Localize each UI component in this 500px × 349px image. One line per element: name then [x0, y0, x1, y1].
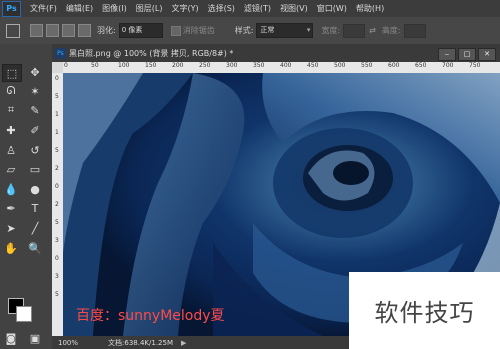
quick-mask-icon[interactable]: ◙	[2, 330, 20, 346]
ruler-tick: 400	[280, 62, 292, 69]
ruler-tick: 0	[55, 183, 59, 190]
add-selection-icon[interactable]	[46, 24, 59, 37]
menu-file[interactable]: 文件(F)	[30, 3, 57, 14]
ruler-tick: 3	[55, 237, 59, 244]
ruler-tick: 0	[64, 62, 68, 69]
menu-filter[interactable]: 滤镜(T)	[244, 3, 271, 14]
ruler-tick: 2	[55, 201, 59, 208]
subtract-selection-icon[interactable]	[62, 24, 75, 37]
ruler-tick: 2	[55, 165, 59, 172]
style-select[interactable]: 正常	[256, 23, 314, 38]
crop-icon[interactable]: ⌗	[2, 102, 20, 118]
swap-icon[interactable]: ⇄	[369, 26, 376, 35]
feather-input[interactable]: 0 像素	[118, 23, 163, 38]
feather-label: 羽化:	[97, 26, 116, 35]
photoshop-logo: Ps	[2, 0, 21, 17]
ruler-tick: 150	[145, 62, 157, 69]
menu-window[interactable]: 窗口(W)	[317, 3, 347, 14]
magic-wand-icon[interactable]: ✶	[26, 83, 44, 99]
eyedropper-icon[interactable]: ✎	[26, 102, 44, 118]
menu-select[interactable]: 选择(S)	[208, 3, 235, 14]
intersect-selection-icon[interactable]	[78, 24, 91, 37]
status-arrow-icon[interactable]: ▶	[181, 339, 186, 347]
antialias-checkbox[interactable]	[170, 25, 181, 36]
height-label: 高度:	[381, 26, 401, 35]
ruler-tick: 350	[253, 62, 265, 69]
menu-view[interactable]: 视图(V)	[280, 3, 308, 14]
width-label: 宽度:	[321, 26, 341, 35]
site-watermark: 软件技巧	[349, 272, 500, 349]
rect-marquee-icon[interactable]: ⬚	[2, 64, 22, 82]
lasso-icon[interactable]: ᘏ	[2, 83, 20, 99]
move-icon[interactable]: ✥	[26, 64, 44, 80]
ruler-tick: 200	[172, 62, 184, 69]
options-bar: 羽化: 0 像素 消除锯齿 样式: 正常 宽度: ⇄ 高度:	[0, 17, 500, 45]
ruler-tick: 700	[442, 62, 454, 69]
ruler-tick: 750	[469, 62, 481, 69]
ruler-corner	[52, 62, 63, 73]
ruler-tick: 5	[55, 93, 59, 100]
tools-panel: ⬚ ✥ ᘏ ✶ ⌗ ✎ ✚ ✐ ♙ ↺ ▱ ▭ 💧 ● ✒ T ➤ ╱ ✋ 🔍 …	[0, 44, 53, 349]
hand-icon[interactable]: ✋	[2, 240, 20, 256]
new-selection-icon[interactable]	[30, 24, 43, 37]
close-icon[interactable]: ✕	[478, 48, 496, 61]
menu-help[interactable]: 帮助(H)	[356, 3, 384, 14]
pen-icon[interactable]: ✒	[2, 200, 20, 216]
brush-icon[interactable]: ✐	[26, 122, 44, 138]
ruler-tick: 600	[388, 62, 400, 69]
ruler-tick: 0	[55, 75, 59, 82]
menu-bar: Ps 文件(F) 编辑(E) 图像(I) 图层(L) 文字(Y) 选择(S) 滤…	[0, 0, 500, 17]
gradient-icon[interactable]: ▭	[26, 161, 44, 177]
type-icon[interactable]: T	[26, 200, 44, 216]
maximize-icon[interactable]: □	[458, 48, 476, 61]
history-brush-icon[interactable]: ↺	[26, 142, 44, 158]
ruler-tick: 550	[361, 62, 373, 69]
menu-layer[interactable]: 图层(L)	[136, 3, 163, 14]
ruler-tick: 5	[55, 291, 59, 298]
ruler-tick: 300	[226, 62, 238, 69]
line-icon[interactable]: ╱	[26, 220, 44, 236]
antialias-label: 消除锯齿	[182, 26, 215, 35]
ruler-tick: 5	[55, 147, 59, 154]
blur-icon[interactable]: 💧	[2, 181, 20, 197]
zoom-icon[interactable]: 🔍	[26, 240, 44, 256]
minimize-icon[interactable]: ‒	[438, 48, 456, 61]
ruler-tick: 5	[55, 219, 59, 226]
ruler-tick: 100	[118, 62, 130, 69]
ruler-tick: 3	[55, 273, 59, 280]
height-input[interactable]	[403, 23, 426, 38]
document-title: 黑白照.png @ 100% (背景 拷贝, RGB/8#) *	[69, 49, 234, 58]
path-select-icon[interactable]: ➤	[2, 220, 20, 236]
menu-type[interactable]: 文字(Y)	[171, 3, 198, 14]
ruler-tick: 650	[415, 62, 427, 69]
width-input[interactable]	[343, 23, 366, 38]
ruler-tick: 50	[91, 62, 99, 69]
ruler-tick: 1	[55, 111, 59, 118]
ruler-tick: 500	[334, 62, 346, 69]
ruler-tick: 1	[55, 129, 59, 136]
menu-edit[interactable]: 编辑(E)	[66, 3, 93, 14]
marquee-preset-icon[interactable]	[6, 23, 20, 38]
watermark-text: 百度：sunnyMelody夏	[76, 308, 225, 324]
background-color-swatch[interactable]	[16, 306, 32, 322]
ps-doc-icon: Ps	[55, 48, 66, 59]
clone-stamp-icon[interactable]: ♙	[2, 142, 20, 158]
ruler-tick: 450	[307, 62, 319, 69]
healing-brush-icon[interactable]: ✚	[2, 122, 20, 138]
menu-image[interactable]: 图像(I)	[102, 3, 127, 14]
zoom-level[interactable]: 100%	[58, 339, 78, 347]
document-info: 文档:638.4K/1.25M	[108, 338, 173, 347]
eraser-icon[interactable]: ▱	[2, 161, 20, 177]
ruler-tick: 250	[199, 62, 211, 69]
dodge-icon[interactable]: ●	[26, 181, 44, 197]
screen-mode-icon[interactable]: ▣	[26, 330, 44, 346]
document-tab[interactable]: Ps 黑白照.png @ 100% (背景 拷贝, RGB/8#) * ‒ □ …	[52, 45, 500, 62]
style-label: 样式:	[234, 26, 254, 35]
ruler-tick: 0	[55, 255, 59, 262]
